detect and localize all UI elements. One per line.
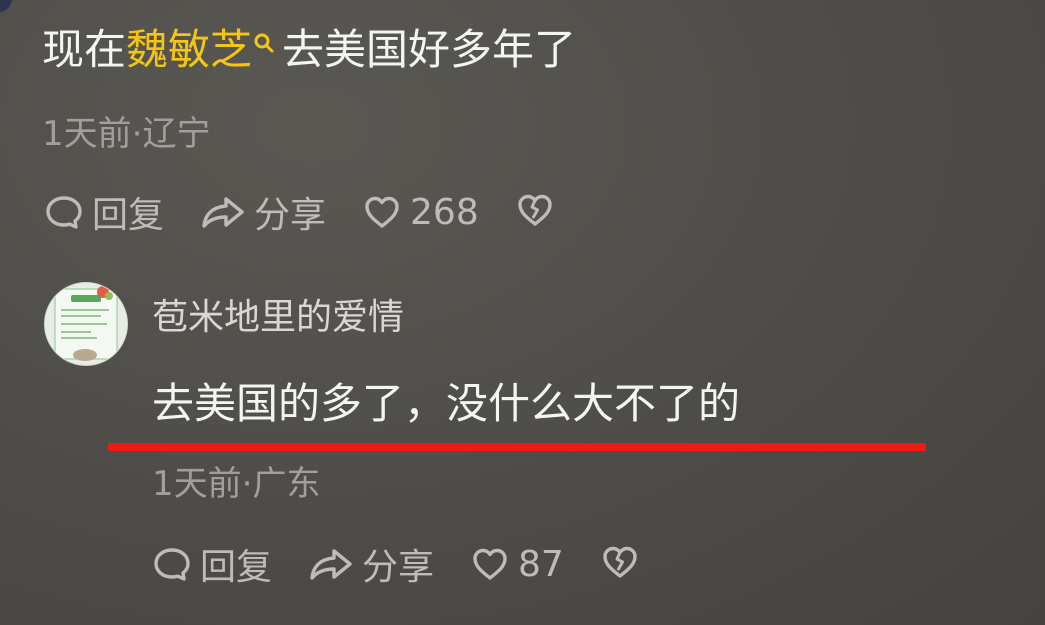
like-count: 87 [518, 543, 564, 585]
red-underline-annotation [108, 443, 926, 451]
like-count: 268 [410, 191, 479, 233]
heart-icon [470, 544, 510, 584]
meta-separator: · [131, 114, 143, 154]
like-button[interactable]: 268 [362, 192, 479, 233]
share-label: 分享 [362, 547, 435, 588]
share-label: 分享 [254, 195, 327, 236]
reply-button[interactable]: 回复 [152, 538, 272, 590]
partial-avatar [0, 0, 12, 12]
comment-location: 辽宁 [142, 114, 211, 154]
comment-location: 广东 [252, 464, 321, 504]
search-keyword-link[interactable]: 魏敏芝 [126, 25, 252, 74]
reply-comment-actions: 回复 分享 87 [152, 539, 640, 589]
comment-time: 1天前 [152, 464, 242, 504]
avatar[interactable] [44, 282, 128, 366]
meta-separator: · [241, 464, 253, 504]
reply-button[interactable]: 回复 [44, 186, 164, 238]
username[interactable]: 苞米地里的爱情 [152, 294, 404, 342]
share-arrow-icon [200, 192, 246, 232]
share-button[interactable]: 分享 [200, 186, 326, 238]
top-comment-actions: 回复 分享 268 [44, 187, 555, 237]
top-comment-meta: 1天前·辽宁 [42, 112, 210, 156]
search-icon[interactable] [252, 22, 276, 78]
reply-comment-meta: 1天前·广东 [152, 462, 320, 506]
heart-icon [362, 192, 402, 232]
top-comment-text: 现在魏敏芝 去美国好多年了 [42, 22, 576, 78]
share-arrow-icon [308, 544, 354, 584]
share-button[interactable]: 分享 [308, 538, 434, 590]
comment-prefix: 现在 [42, 25, 127, 74]
comment-time: 1天前 [42, 114, 132, 154]
comment-suffix: 去美国好多年了 [282, 25, 577, 74]
comment-bubble-icon [152, 544, 192, 584]
dislike-button[interactable] [515, 190, 555, 234]
dislike-button[interactable] [600, 542, 640, 586]
reply-label: 回复 [92, 195, 165, 236]
like-button[interactable]: 87 [470, 544, 564, 585]
reply-comment-text: 去美国的多了，没什么大不了的 [152, 379, 741, 428]
broken-heart-icon [600, 542, 640, 586]
comment-bubble-icon [44, 192, 84, 232]
reply-label: 回复 [200, 547, 273, 588]
broken-heart-icon [515, 190, 555, 234]
